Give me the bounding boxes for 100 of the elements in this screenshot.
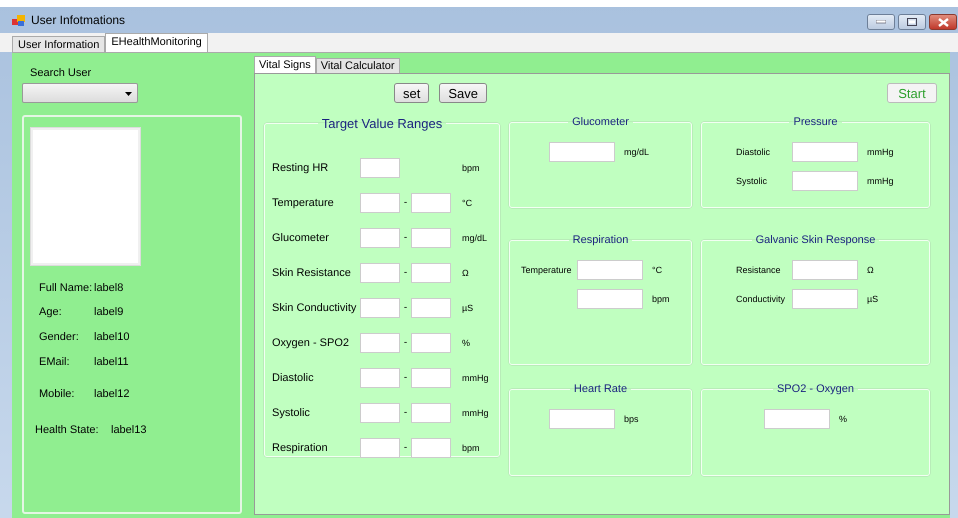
input-field[interactable] [411,192,451,212]
unit-label: mmHg [462,408,488,418]
input-field[interactable] [577,260,643,280]
unit-label: Ω [867,265,875,275]
field-label: Full Name: [39,282,94,294]
dash-separator: - [402,337,408,348]
unit-label: mg/dL [624,147,650,157]
input-field[interactable] [549,409,615,429]
unit-label: mmHg [462,372,488,382]
field-label: Mobile: [39,388,76,400]
input-field[interactable] [411,402,451,422]
field-value: label8 [94,282,124,294]
field-label: Resting HR [272,162,330,174]
group-title: Target Value Ranges [320,116,444,131]
field-label: EMail: [39,356,71,368]
dash-separator: - [402,407,408,418]
group-title: SPO2 - Oxygen [776,383,856,395]
input-field[interactable] [360,192,400,212]
window-title: User Infotmations [31,13,126,27]
tab[interactable]: Vital Signs [254,56,316,73]
input-field[interactable] [792,171,858,191]
field-label: Skin Conductivity [272,302,358,314]
unit-label: °C [462,198,472,208]
field-label: Conductivity [736,294,786,304]
input-field[interactable] [360,402,400,422]
field-value: label11 [94,356,129,368]
tab[interactable]: EHealthMonitoring [105,33,208,52]
close-icon [938,18,948,26]
action-button[interactable]: set [394,83,430,103]
dash-separator: - [402,197,408,208]
field-label: Skin Resistance [272,266,352,278]
input-field[interactable] [577,289,643,309]
group-title: Galvanic Skin Response [754,234,876,246]
dash-separator: - [402,232,408,243]
input-field[interactable] [360,298,400,318]
group-title: Respiration [572,234,630,246]
unit-label: mg/dL [462,232,488,242]
dash-separator: - [402,302,408,313]
dash-separator: - [402,267,408,278]
input-field[interactable] [549,142,615,162]
unit-label: µS [462,302,474,312]
unit-label: % [462,338,470,348]
field-label: Glucometer [272,232,330,244]
close-button[interactable] [929,14,957,30]
tab[interactable]: Vital Calculator [316,58,400,73]
caret-icon [125,92,132,96]
input-field[interactable] [360,158,400,178]
field-value: label10 [94,331,130,343]
unit-label: Ω [462,268,469,278]
dash-separator: - [402,372,408,383]
input-field[interactable] [360,438,400,458]
minimize-button[interactable] [867,14,895,30]
action-button[interactable]: Save [439,83,487,103]
input-field[interactable] [792,289,858,309]
field-label: Respiration [272,442,329,454]
search-label: Search User [30,67,92,79]
dash-separator: - [402,442,408,453]
field-value: label9 [94,306,124,318]
input-field[interactable] [792,142,858,162]
field-label: Diastolic [736,147,772,157]
input-field[interactable] [792,260,858,280]
field-label: Resistance [736,265,782,275]
input-field[interactable] [411,332,451,352]
user-dropdown[interactable] [22,83,138,103]
input-field[interactable] [360,332,400,352]
input-field[interactable] [411,298,451,318]
unit-label: mmHg [867,176,894,186]
group-title: Heart Rate [572,383,628,395]
field-label: Temperature [521,265,573,275]
input-field[interactable] [764,409,830,429]
input-field[interactable] [360,368,400,388]
group-title: Glucometer [571,116,630,128]
unit-label: mmHg [867,147,894,157]
field-value: label13 [111,424,146,436]
input-field[interactable] [411,368,451,388]
app-icon [12,14,25,26]
maximize-button[interactable] [898,14,926,30]
input-field[interactable] [360,228,400,248]
field-value: label12 [94,388,130,400]
maximize-icon [907,18,917,26]
field-label: Temperature [272,196,335,208]
input-field[interactable] [360,262,400,282]
unit-label: °C [652,265,664,275]
field-label: Gender: [39,331,80,343]
unit-label: µS [867,294,880,304]
minimize-icon [876,20,886,24]
field-label: Age: [39,306,63,318]
field-label: Health State: [35,424,100,436]
field-label: Oxygen - SPO2 [272,336,350,348]
input-field[interactable] [411,262,451,282]
field-label: Systolic [736,176,768,186]
field-label: Diastolic [272,372,315,384]
input-field[interactable] [411,228,451,248]
tab[interactable]: User Information [12,36,106,52]
unit-label: % [839,414,848,424]
unit-label: bps [624,414,640,424]
unit-label: bpm [652,294,671,304]
input-field[interactable] [411,438,451,458]
field-label: Systolic [272,406,311,418]
unit-label: bpm [462,162,480,172]
